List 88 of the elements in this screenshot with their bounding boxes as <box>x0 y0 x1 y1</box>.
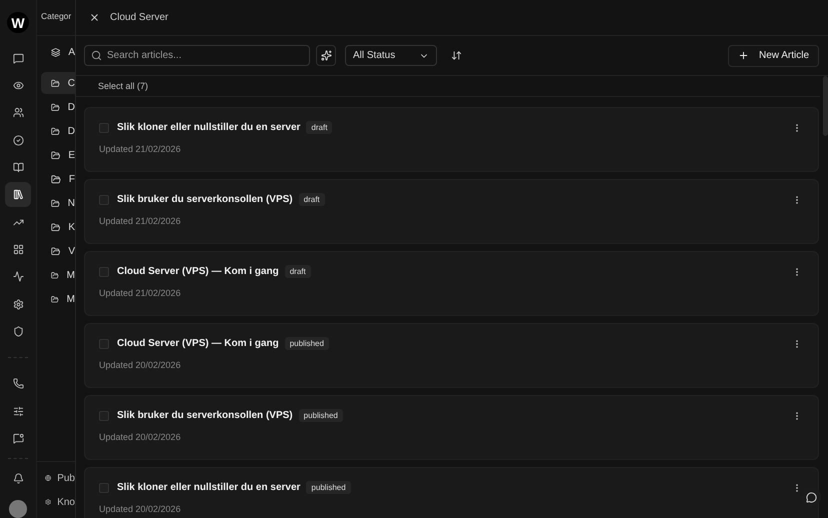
updated-date: Updated 21/02/2026 <box>99 288 181 298</box>
sparkles-icon <box>320 50 332 61</box>
checkbox[interactable] <box>99 482 109 492</box>
logo: W <box>7 12 29 34</box>
status-badge: published <box>306 481 351 494</box>
search-field[interactable]: Search articles... <box>84 45 310 66</box>
article-title: Slik bruker du serverkonsollen (VPS) <box>117 194 293 205</box>
book-icon <box>12 162 24 173</box>
folder-icon <box>51 270 59 280</box>
folder-icon <box>51 294 59 304</box>
updated-date: Updated 20/02/2026 <box>99 504 181 514</box>
settings-icon <box>12 298 24 310</box>
updated-date: Updated 21/02/2026 <box>99 216 181 226</box>
status-badge: published <box>298 409 343 422</box>
category-item[interactable]: F <box>41 168 75 190</box>
folder-icon <box>51 222 60 232</box>
bell-icon <box>12 473 24 484</box>
drawer-title: Cloud Server <box>110 12 168 23</box>
message-icon <box>12 432 24 444</box>
library-icon <box>12 189 24 200</box>
category-item[interactable]: M <box>41 288 75 310</box>
close-button[interactable] <box>89 12 100 23</box>
updated-date: Updated 20/02/2026 <box>99 432 181 442</box>
checkbox[interactable] <box>99 338 109 348</box>
category-item[interactable]: K <box>41 216 75 238</box>
folder-icon <box>51 150 60 160</box>
activity-icon <box>12 271 24 282</box>
folder-icon <box>51 78 60 88</box>
category-item[interactable]: D <box>41 96 75 118</box>
category-item[interactable]: V <box>41 240 75 262</box>
folder-icon <box>51 198 60 208</box>
sliders-icon <box>12 406 24 417</box>
folder-icon <box>51 174 61 184</box>
rail-button[interactable] <box>5 182 31 208</box>
phone-icon <box>12 378 24 390</box>
new-article-button[interactable]: New Article <box>728 44 819 66</box>
grid-icon <box>12 244 24 255</box>
article-card[interactable]: Slik kloner eller nullstiller du en server draft Updated 21/02/2026 <box>84 107 819 172</box>
article-card[interactable]: Slik bruker du serverkonsollen (VPS) draft Updated 21/02/2026 <box>84 179 819 244</box>
status-badge: published <box>284 337 329 350</box>
article-card[interactable]: Slik bruker du serverkonsollen (VPS) published Updated 20/02/2026 <box>84 395 819 460</box>
article-title: Slik kloner eller nullstiller du en server <box>117 482 300 493</box>
plus-icon <box>738 50 749 61</box>
settings-icon <box>45 497 52 507</box>
article-card[interactable]: Slik kloner eller nullstiller du en server published Updated 20/02/2026 <box>84 467 819 518</box>
avatar[interactable] <box>9 500 27 518</box>
footer-link[interactable]: Pub <box>37 466 75 490</box>
category-item[interactable]: A <box>41 37 75 67</box>
close-icon <box>89 12 100 23</box>
chat-icon <box>806 492 816 502</box>
layers-icon <box>51 46 60 58</box>
folder-icon <box>51 102 60 112</box>
search-icon <box>91 50 102 61</box>
folder-icon <box>51 126 60 136</box>
category-item[interactable]: N <box>41 192 75 214</box>
checkbox[interactable] <box>99 194 109 204</box>
article-title: Cloud Server (VPS) — Kom i gang <box>117 338 279 349</box>
status-dropdown[interactable]: All Status <box>345 45 437 66</box>
eye-icon <box>12 80 24 91</box>
status-badge: draft <box>306 121 332 134</box>
folder-icon <box>51 246 60 256</box>
chat-icon <box>12 52 24 64</box>
checkbox[interactable] <box>99 410 109 420</box>
status-badge: draft <box>298 193 325 206</box>
category-item[interactable]: M <box>41 264 75 286</box>
article-card[interactable]: Cloud Server (VPS) — Kom i gang published Updated 20/02/2026 <box>84 323 819 388</box>
select-all[interactable]: Select all (7) <box>76 76 820 97</box>
checkbox[interactable] <box>99 122 109 132</box>
globe-icon <box>45 473 52 483</box>
status-badge: draft <box>284 265 311 278</box>
updated-date: Updated 20/02/2026 <box>99 360 181 370</box>
category-item[interactable]: C <box>41 72 75 94</box>
sort-button[interactable] <box>451 50 462 61</box>
shield-icon <box>12 326 24 337</box>
article-title: Slik kloner eller nullstiller du en server <box>117 122 300 133</box>
ai-button[interactable] <box>316 45 336 66</box>
article-title: Cloud Server (VPS) — Kom i gang <box>117 266 279 277</box>
category-item[interactable]: E <box>41 144 75 166</box>
sort-icon <box>451 50 462 61</box>
category-item[interactable]: D <box>41 120 75 142</box>
article-title: Slik bruker du serverkonsollen (VPS) <box>117 410 293 421</box>
check-circle-icon <box>12 134 24 146</box>
article-card[interactable]: Cloud Server (VPS) — Kom i gang draft Updated 21/02/2026 <box>84 251 819 316</box>
footer-link[interactable]: Kno <box>37 490 75 514</box>
updated-date: Updated 21/02/2026 <box>99 144 181 154</box>
users-icon <box>12 107 24 118</box>
checkbox[interactable] <box>99 266 109 276</box>
scrollbar[interactable] <box>823 76 828 136</box>
